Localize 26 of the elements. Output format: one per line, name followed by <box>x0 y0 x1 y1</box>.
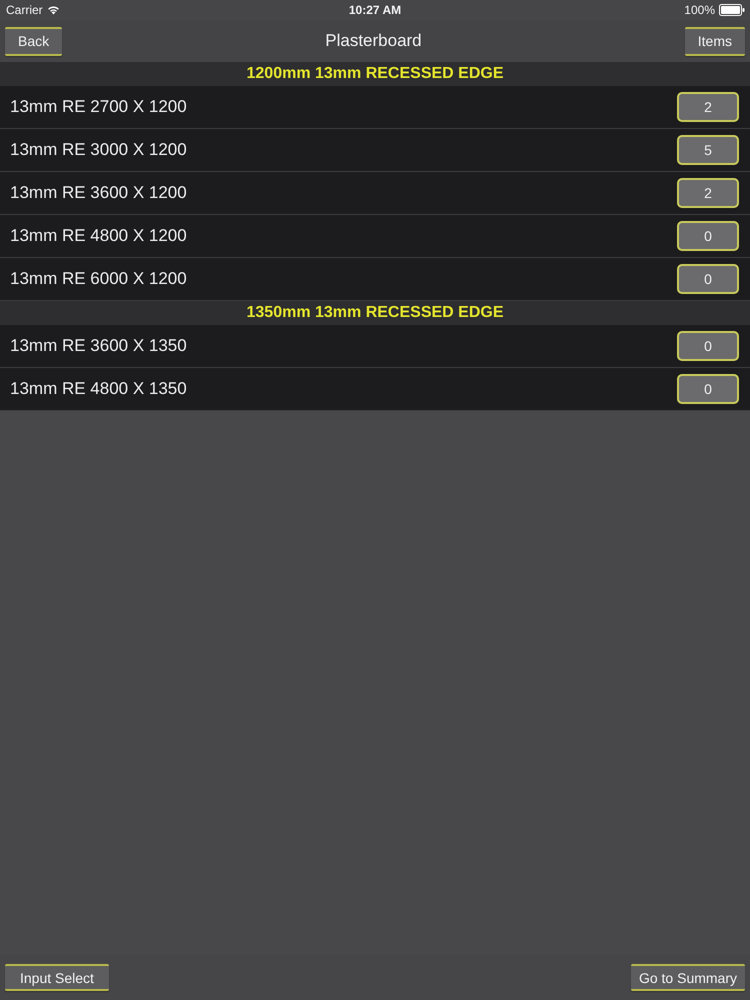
product-name: 13mm RE 6000 X 1200 <box>10 269 187 289</box>
carrier-label: Carrier <box>6 3 43 17</box>
product-name: 13mm RE 2700 X 1200 <box>10 97 187 117</box>
back-button[interactable]: Back <box>5 26 62 56</box>
quantity-field[interactable]: 0 <box>677 264 739 294</box>
input-select-button[interactable]: Input Select <box>5 964 109 991</box>
items-button[interactable]: Items <box>684 26 745 56</box>
quantity-field[interactable]: 0 <box>677 374 739 404</box>
product-name: 13mm RE 4800 X 1200 <box>10 226 187 246</box>
battery-percent: 100% <box>684 3 715 17</box>
section-header: 1350mm 13mm RECESSED EDGE <box>0 301 750 325</box>
product-name: 13mm RE 3600 X 1200 <box>10 183 187 203</box>
product-name: 13mm RE 4800 X 1350 <box>10 379 187 399</box>
wifi-icon <box>46 5 60 15</box>
quantity-field[interactable]: 2 <box>677 178 739 208</box>
time-label: 10:27 AM <box>348 3 402 17</box>
battery-icon <box>719 4 745 16</box>
page-title: Plasterboard <box>325 31 422 51</box>
quantity-field[interactable]: 5 <box>677 135 739 165</box>
quantity-field[interactable]: 2 <box>677 92 739 122</box>
quantity-field[interactable]: 0 <box>677 331 739 361</box>
product-name: 13mm RE 3000 X 1200 <box>10 140 187 160</box>
quantity-field[interactable]: 0 <box>677 221 739 251</box>
section-header: 1200mm 13mm RECESSED EDGE <box>0 62 750 86</box>
product-name: 13mm RE 3600 X 1350 <box>10 336 187 356</box>
go-to-summary-button[interactable]: Go to Summary <box>630 964 745 991</box>
